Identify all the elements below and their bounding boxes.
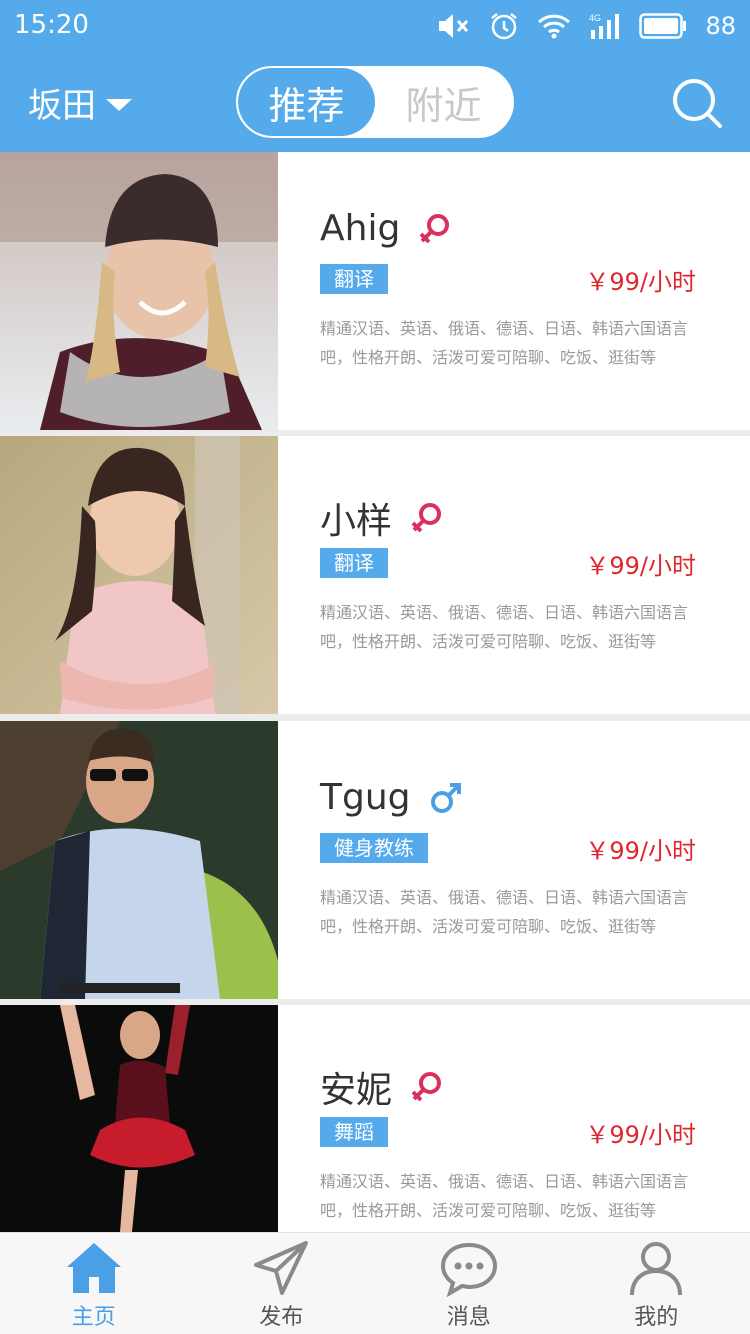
profile-photo (0, 1005, 278, 1232)
message-icon (440, 1242, 497, 1297)
profile-photo (0, 436, 278, 714)
tab-label: 主页 (71, 1305, 116, 1330)
segment-control: 推荐 附近 (236, 66, 514, 138)
male-icon (430, 782, 461, 813)
battery-icon (639, 13, 687, 39)
status-time: 15:20 (14, 10, 89, 40)
tab-nearby[interactable]: 附近 (375, 68, 512, 136)
profile-info: Ahig 翻译 ￥99/小时 精通汉语、英语、俄语、德语、日语、韩语六国语言吧，… (320, 152, 720, 430)
tab-home[interactable]: 主页 (0, 1233, 188, 1333)
price-label: ￥99/小时 (585, 1121, 696, 1149)
tab-label: 发布 (259, 1305, 304, 1330)
category-tag: 翻译 (320, 548, 388, 578)
city-label: 坂田 (28, 86, 96, 126)
profile-info: 小样 翻译 ￥99/小时 精通汉语、英语、俄语、德语、日语、韩语六国语言吧，性格… (320, 436, 720, 714)
search-button[interactable] (670, 76, 724, 130)
female-icon (411, 1072, 442, 1102)
price-label: ￥99/小时 (585, 552, 696, 580)
profile-name: Tgug (320, 777, 411, 818)
profile-description: 精通汉语、英语、俄语、德语、日语、韩语六国语言吧，性格开朗、活泼可爱可陪聊、吃饭… (320, 1172, 689, 1220)
profile-name: 小样 (320, 501, 393, 542)
signal-icon: 4G (589, 12, 621, 40)
top-nav-bar: 坂田 推荐 附近 (0, 52, 750, 152)
svg-text:4G: 4G (589, 13, 601, 23)
profile-card[interactable]: Ahig 翻译 ￥99/小时 精通汉语、英语、俄语、德语、日语、韩语六国语言吧，… (0, 152, 750, 430)
battery-level: 88 (705, 12, 736, 40)
profile-name: 安妮 (320, 1070, 393, 1111)
profile-description: 精通汉语、英语、俄语、德语、日语、韩语六国语言吧，性格开朗、活泼可爱可陪聊、吃饭… (320, 319, 689, 367)
wifi-icon (537, 13, 571, 39)
name-row: Tgug (320, 777, 463, 818)
profile-photo (0, 721, 278, 999)
category-tag: 健身教练 (320, 833, 428, 863)
mute-icon (437, 12, 471, 40)
name-row: 安妮 (320, 1061, 444, 1113)
profile-photo (0, 152, 278, 430)
bottom-tab-bar: 主页 发布 消息 我的 (0, 1232, 750, 1334)
status-icons: 4G 88 (437, 8, 736, 44)
profile-card[interactable]: 安妮 舞蹈 ￥99/小时 精通汉语、英语、俄语、德语、日语、韩语六国语言吧，性格… (0, 1005, 750, 1232)
tab-recommend[interactable]: 推荐 (238, 68, 375, 136)
tab-label: 我的 (634, 1305, 679, 1330)
name-row: Ahig (320, 208, 452, 249)
profile-info: Tgug 健身教练 ￥99/小时 精通汉语、英语、俄语、德语、日语、韩语六国语言… (320, 721, 720, 999)
tab-label: 消息 (446, 1305, 491, 1330)
female-icon (411, 503, 442, 533)
profile-name: Ahig (320, 208, 401, 249)
status-bar: 15:20 4G 88 (0, 0, 750, 52)
name-row: 小样 (320, 492, 444, 544)
female-icon (419, 213, 450, 243)
home-icon (66, 1243, 121, 1293)
tab-messages[interactable]: 消息 (375, 1233, 563, 1333)
alarm-icon (489, 11, 519, 41)
search-icon (673, 79, 722, 128)
profile-card[interactable]: 小样 翻译 ￥99/小时 精通汉语、英语、俄语、德语、日语、韩语六国语言吧，性格… (0, 436, 750, 714)
send-icon (254, 1241, 309, 1295)
price-label: ￥99/小时 (585, 837, 696, 865)
profile-description: 精通汉语、英语、俄语、德语、日语、韩语六国语言吧，性格开朗、活泼可爱可陪聊、吃饭… (320, 888, 689, 936)
tab-profile[interactable]: 我的 (563, 1233, 750, 1333)
category-tag: 翻译 (320, 264, 388, 294)
category-tag: 舞蹈 (320, 1117, 388, 1147)
city-selector[interactable]: 坂田 (28, 78, 132, 127)
tab-publish[interactable]: 发布 (188, 1233, 376, 1333)
caret-down-icon (106, 98, 132, 111)
profile-card[interactable]: Tgug 健身教练 ￥99/小时 精通汉语、英语、俄语、德语、日语、韩语六国语言… (0, 721, 750, 999)
price-label: ￥99/小时 (585, 268, 696, 296)
profile-description: 精通汉语、英语、俄语、德语、日语、韩语六国语言吧，性格开朗、活泼可爱可陪聊、吃饭… (320, 603, 689, 651)
profile-icon (630, 1242, 683, 1296)
